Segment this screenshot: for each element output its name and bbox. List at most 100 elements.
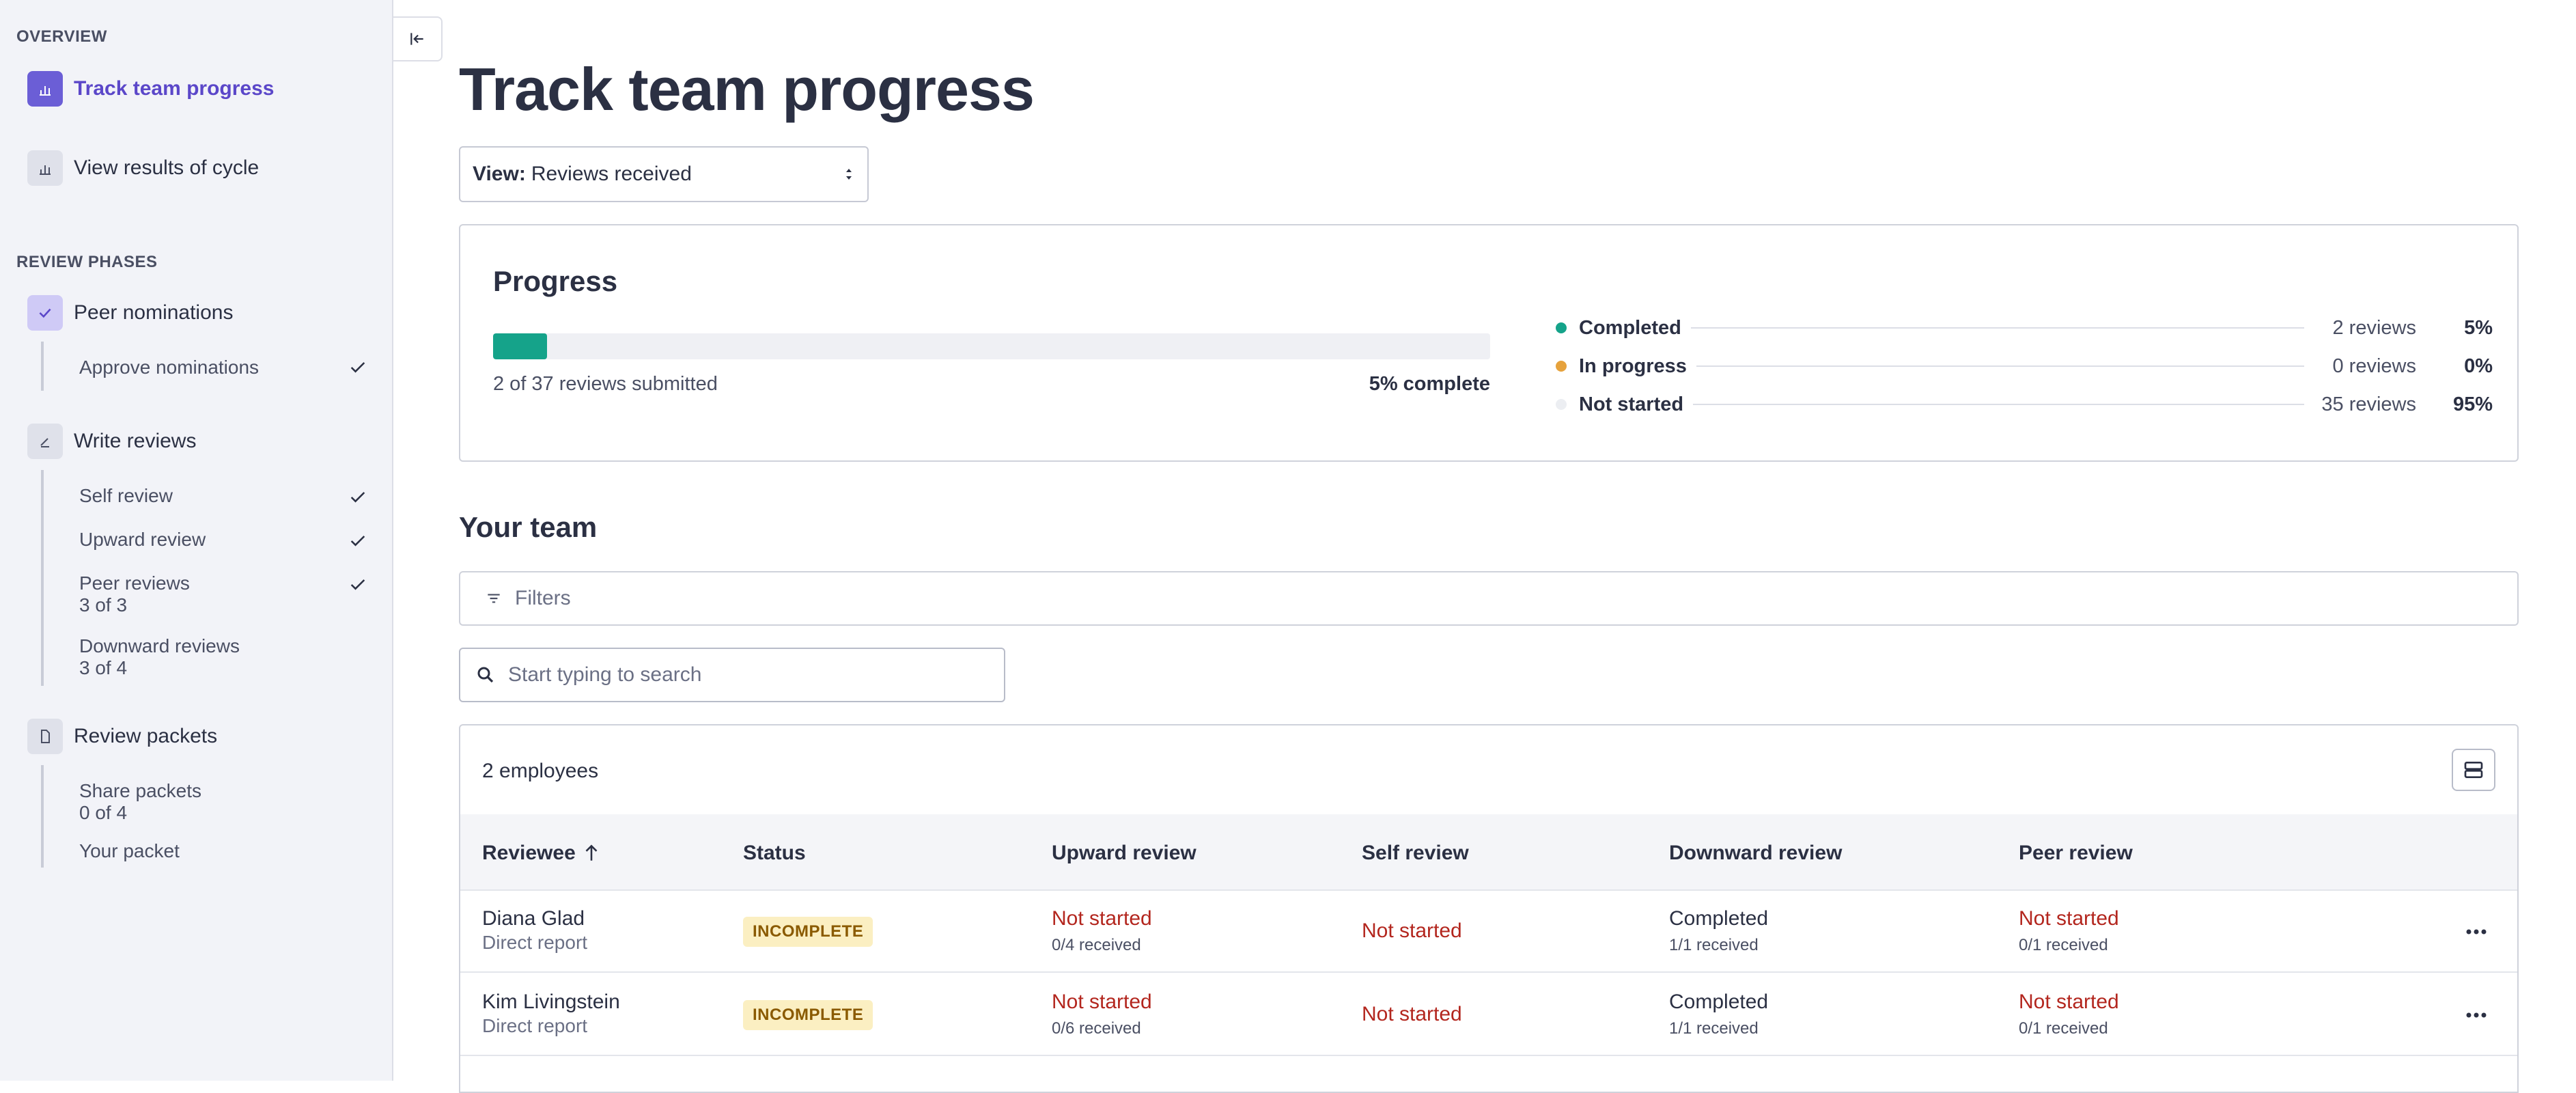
sidebar-item-track-team-progress[interactable]: Track team progress (27, 71, 274, 107)
column-header-peer-review[interactable]: Peer review (2019, 842, 2133, 865)
search-icon (477, 667, 494, 683)
reviewee-name: Kim Livingstein (482, 991, 620, 1013)
leader-line (1693, 404, 2304, 405)
team-section-title: Your team (459, 511, 598, 543)
sidebar-item-write-reviews[interactable]: Write reviews (27, 424, 196, 459)
legend-count: 0 reviews (2332, 355, 2417, 377)
checkmark-icon (350, 536, 365, 546)
reviewee-relation: Direct report (482, 932, 588, 953)
sidebar-item-label: Peer nominations (74, 301, 234, 324)
review-received-count: 0/4 received (1052, 936, 1141, 954)
sidebar: OVERVIEW Track team progress View result… (0, 0, 393, 1081)
review-phases-section-label: REVIEW PHASES (16, 253, 158, 271)
sidebar-subitem-downward-reviews[interactable]: Downward reviews 3 of 4 (79, 635, 240, 679)
filters-button[interactable]: Filters (459, 571, 2519, 626)
checkmark-icon (350, 362, 365, 373)
row-actions-button[interactable] (2463, 1001, 2490, 1029)
view-select-value: Reviews received (531, 163, 692, 185)
sidebar-subitem-share-packets[interactable]: Share packets 0 of 4 (79, 780, 201, 824)
sidebar-item-label: View results of cycle (74, 156, 260, 179)
sidebar-subitem-progress: 3 of 4 (79, 657, 128, 678)
column-header-status[interactable]: Status (743, 842, 806, 865)
team-table: 2 employees Reviewee Status Upward revie… (459, 724, 2519, 1093)
sidebar-subitem-label: Self review (79, 485, 173, 506)
select-arrows-icon (846, 169, 852, 180)
sort-ascending-icon (585, 844, 598, 861)
peer-review-cell: Not started 0/1 received (2019, 991, 2119, 1038)
row-density-button[interactable] (2452, 749, 2495, 791)
sidebar-item-label: Track team progress (74, 77, 275, 100)
sidebar-subitem-peer-reviews[interactable]: Peer reviews 3 of 3 (79, 572, 190, 616)
sidebar-subitem-label: Approve nominations (79, 357, 260, 378)
legend-count: 2 reviews (2332, 316, 2417, 339)
column-header-label: Reviewee (482, 842, 576, 864)
search-box[interactable] (459, 648, 1005, 702)
peer-review-cell: Not started 0/1 received (2019, 907, 2119, 955)
review-status: Completed (1669, 991, 1769, 1013)
review-received-count: 1/1 received (1669, 1019, 1759, 1038)
sidebar-item-label: Write reviews (74, 430, 197, 452)
reviewee-cell: Diana Glad Direct report (482, 907, 587, 954)
downward-review-cell: Completed 1/1 received (1669, 907, 1768, 955)
self-review-cell: Not started (1362, 919, 1462, 942)
column-header-self-review[interactable]: Self review (1362, 842, 1469, 865)
sidebar-subitem-progress: 0 of 4 (79, 802, 128, 823)
legend-count: 35 reviews (2321, 393, 2416, 415)
reviewee-cell: Kim Livingstein Direct report (482, 991, 620, 1037)
filter-icon (488, 594, 500, 603)
sidebar-subitem-upward-review[interactable]: Upward review (79, 529, 206, 551)
reviewee-name: Diana Glad (482, 907, 585, 930)
reviews-submitted-text: 2 of 37 reviews submitted (493, 373, 718, 395)
row-actions-button[interactable] (2463, 918, 2490, 945)
sidebar-subitem-label: Peer reviews (79, 572, 190, 594)
downward-review-cell: Completed 1/1 received (1669, 991, 1768, 1038)
table-row[interactable]: Kim Livingstein Direct report INCOMPLETE… (460, 974, 2517, 1056)
table-row[interactable]: Diana Glad Direct report INCOMPLETE Not … (460, 891, 2517, 973)
sidebar-subitem-your-packet[interactable]: Your packet (79, 840, 180, 862)
sidebar-subitem-label: Upward review (79, 529, 206, 550)
document-icon (27, 719, 63, 754)
upward-review-cell: Not started 0/6 received (1052, 991, 1152, 1038)
review-received-count: 0/6 received (1052, 1019, 1141, 1038)
view-select-prefix: View: (473, 163, 526, 185)
bar-chart-icon (27, 71, 63, 107)
column-header-upward-review[interactable]: Upward review (1052, 842, 1196, 865)
status-dot (1556, 361, 1567, 372)
progress-card: Progress 2 of 37 reviews submitted 5% co… (459, 224, 2519, 462)
leader-line (1696, 365, 2304, 367)
review-received-count: 0/1 received (2019, 1019, 2108, 1038)
subtree-line (41, 342, 44, 391)
status-badge: INCOMPLETE (743, 917, 873, 947)
upward-review-cell: Not started 0/4 received (1052, 907, 1152, 955)
legend-completed: Completed 2 reviews 5% (1556, 314, 2493, 342)
employee-count: 2 employees (482, 760, 599, 782)
table-header: Reviewee Status Upward review Self revie… (460, 814, 2517, 891)
sidebar-subitem-self-review[interactable]: Self review (79, 485, 173, 507)
more-horizontal-icon (2466, 929, 2487, 935)
status-badge: INCOMPLETE (743, 1000, 873, 1030)
checkmark-icon (350, 579, 365, 590)
status-dot (1556, 322, 1567, 333)
legend-in-progress: In progress 0 reviews 0% (1556, 352, 2493, 380)
sidebar-item-view-results[interactable]: View results of cycle (27, 150, 259, 186)
sidebar-item-review-packets[interactable]: Review packets (27, 719, 217, 754)
filters-label: Filters (515, 587, 571, 609)
search-input[interactable] (508, 663, 986, 687)
checkmark-icon (350, 492, 365, 503)
collapse-sidebar-button[interactable] (393, 16, 443, 61)
sidebar-subitem-approve-nominations[interactable]: Approve nominations (79, 357, 259, 378)
leader-line (1690, 327, 2304, 329)
percent-complete-text: 5% complete (1369, 373, 1490, 395)
overview-section-label: OVERVIEW (16, 27, 107, 46)
legend-label: In progress (1579, 355, 1687, 377)
legend-percent: 95% (2452, 393, 2493, 415)
progress-bar-fill (493, 333, 547, 359)
sidebar-item-peer-nominations[interactable]: Peer nominations (27, 295, 233, 331)
column-header-downward-review[interactable]: Downward review (1669, 842, 1842, 865)
view-select[interactable]: View: Reviews received (459, 146, 869, 202)
sidebar-subitem-label: Share packets (79, 780, 201, 801)
status-dot (1556, 399, 1567, 410)
subtree-line (41, 765, 44, 868)
column-header-reviewee[interactable]: Reviewee (482, 842, 600, 865)
page-title: Track team progress (459, 55, 1035, 123)
